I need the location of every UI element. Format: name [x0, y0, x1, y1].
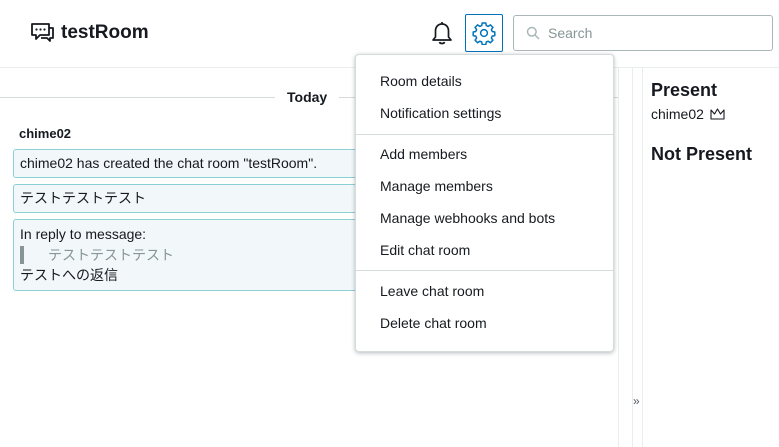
- room-title: testRoom: [61, 22, 149, 43]
- settings-dropdown-menu: Room details Notification settings Add m…: [355, 54, 614, 352]
- menu-separator: [356, 270, 613, 271]
- crown-icon: [710, 108, 725, 120]
- panel-divider: [618, 68, 619, 447]
- panel-divider: [642, 68, 643, 447]
- member-item: chime02: [651, 106, 725, 122]
- menu-separator: [356, 134, 613, 135]
- message-text: chime02 has created the chat room "testR…: [20, 155, 318, 171]
- search-input[interactable]: [548, 25, 748, 41]
- menu-item-manage-members[interactable]: Manage members: [380, 178, 493, 194]
- menu-item-edit-chat-room[interactable]: Edit chat room: [380, 242, 470, 258]
- menu-item-add-members[interactable]: Add members: [380, 146, 467, 162]
- collapse-panel-toggle[interactable]: »: [633, 394, 640, 408]
- menu-item-room-details[interactable]: Room details: [380, 73, 462, 89]
- menu-item-delete-chat-room[interactable]: Delete chat room: [380, 315, 487, 331]
- message-sender: chime02: [19, 126, 72, 141]
- member-name: chime02: [651, 106, 704, 122]
- panel-divider: [632, 68, 633, 447]
- bell-icon[interactable]: [430, 21, 454, 47]
- chat-room-icon: [31, 23, 54, 42]
- menu-item-manage-webhooks[interactable]: Manage webhooks and bots: [380, 210, 555, 226]
- present-heading: Present: [651, 80, 718, 100]
- search-box[interactable]: [513, 15, 773, 51]
- gear-icon: [472, 22, 496, 45]
- day-label: Today: [275, 89, 340, 105]
- not-present-heading: Not Present: [651, 144, 753, 164]
- menu-item-notification-settings[interactable]: Notification settings: [380, 105, 501, 121]
- menu-item-leave-chat-room[interactable]: Leave chat room: [380, 283, 484, 299]
- settings-button[interactable]: [465, 14, 503, 52]
- search-icon: [526, 26, 540, 40]
- room-title-area: testRoom: [30, 21, 149, 45]
- message-text: テストテストテスト: [20, 190, 146, 206]
